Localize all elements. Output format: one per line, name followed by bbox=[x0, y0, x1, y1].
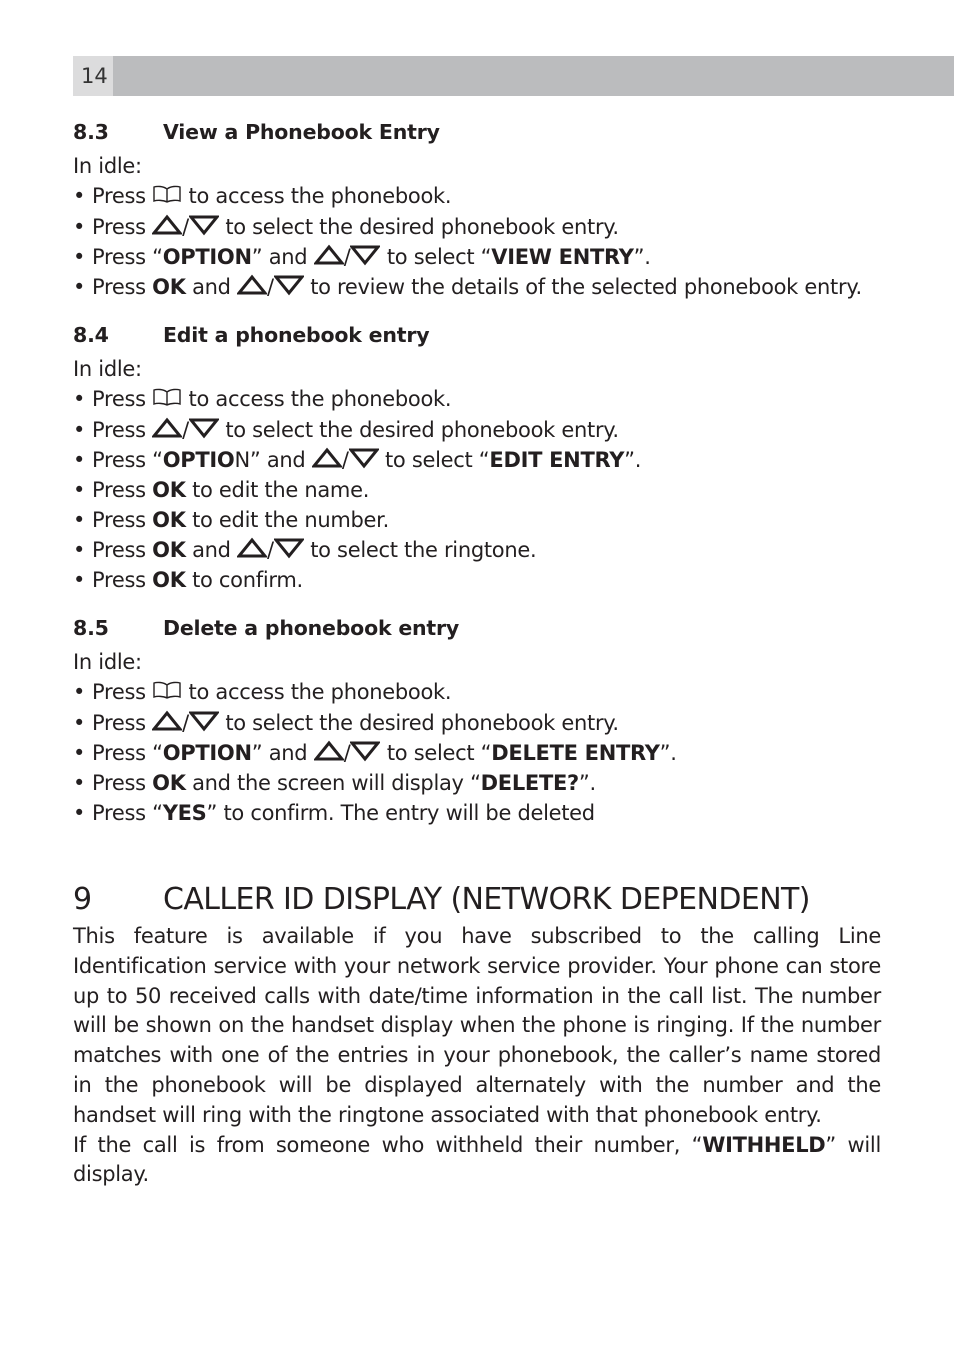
page-content: 8.3 View a Phonebook Entry In idle: Press… bbox=[73, 113, 881, 1190]
down-arrow-icon bbox=[350, 741, 381, 762]
list-item: Press “YES” to confirm. The entry will b… bbox=[73, 798, 881, 828]
up-down-arrows-icon: / bbox=[152, 710, 219, 735]
list-item: Press “OPTION” and / to select “DELETE E… bbox=[73, 738, 881, 768]
up-arrow-icon bbox=[237, 537, 268, 558]
list-item: Press / to select the desired phonebook … bbox=[73, 415, 881, 445]
section-heading: 8.5 Delete a phonebook entry bbox=[73, 609, 881, 647]
section-title: Delete a phonebook entry bbox=[163, 616, 460, 640]
chapter-title: CALLER ID DISPLAY (NETWORK DEPENDENT) bbox=[163, 882, 810, 917]
section-title: View a Phonebook Entry bbox=[163, 120, 440, 144]
list-item: Press OK and the screen will display “DE… bbox=[73, 768, 881, 798]
section-number: 8.5 bbox=[73, 616, 109, 640]
up-arrow-icon bbox=[313, 244, 344, 265]
up-down-arrows-icon: / bbox=[152, 214, 219, 239]
phonebook-icon bbox=[152, 182, 182, 212]
page-header-bar: 14 bbox=[73, 56, 954, 96]
step-list: Press to access the phonebook. Press / t… bbox=[73, 677, 881, 828]
chapter-paragraph: If the call is from someone who withheld… bbox=[73, 1132, 882, 1187]
slash: / bbox=[182, 418, 189, 442]
step-list: Press to access the phonebook. Press / t… bbox=[73, 181, 881, 302]
up-arrow-icon bbox=[237, 274, 268, 295]
list-item: Press OK to confirm. bbox=[73, 565, 881, 595]
step-list: Press to access the phonebook. Press / t… bbox=[73, 384, 881, 595]
phonebook-icon bbox=[152, 385, 182, 415]
list-item: Press / to select the desired phonebook … bbox=[73, 212, 881, 242]
slash: / bbox=[267, 538, 274, 562]
slash: / bbox=[341, 448, 349, 472]
list-item: Press “OPTION” and / to select “VIEW ENT… bbox=[73, 242, 881, 272]
list-item: Press / to select the desired phonebook … bbox=[73, 708, 881, 738]
down-arrow-icon bbox=[350, 245, 381, 266]
up-down-arrows-icon: / bbox=[237, 537, 304, 562]
list-item: Press to access the phonebook. bbox=[73, 384, 881, 415]
section-intro: In idle: bbox=[73, 650, 142, 674]
list-item: Press “OPTION” and / to select “EDIT ENT… bbox=[73, 445, 881, 475]
up-down-arrows-icon: / bbox=[311, 447, 379, 472]
list-item: Press OK to edit the number. bbox=[73, 505, 881, 535]
up-arrow-icon bbox=[313, 740, 344, 761]
chapter-heading: 9 CALLER ID DISPLAY (NETWORK DEPENDENT) bbox=[73, 878, 881, 922]
list-item: Press to access the phonebook. bbox=[73, 181, 881, 212]
chapter-paragraph: This feature is available if you have su… bbox=[73, 924, 881, 1127]
slash: / bbox=[343, 741, 351, 765]
slash: / bbox=[182, 215, 189, 239]
up-arrow-icon bbox=[152, 417, 183, 438]
down-arrow-icon bbox=[188, 711, 219, 732]
section-number: 8.4 bbox=[73, 323, 109, 347]
up-arrow-icon bbox=[152, 710, 183, 731]
down-arrow-icon bbox=[188, 215, 219, 236]
down-arrow-icon bbox=[348, 448, 379, 469]
down-arrow-icon bbox=[273, 538, 304, 559]
section-heading: 8.4 Edit a phonebook entry bbox=[73, 316, 881, 354]
section-heading: 8.3 View a Phonebook Entry bbox=[73, 113, 881, 151]
up-arrow-icon bbox=[152, 214, 183, 235]
page-number: 14 bbox=[73, 56, 113, 96]
section-title: Edit a phonebook entry bbox=[163, 323, 430, 347]
section-number: 8.3 bbox=[73, 120, 109, 144]
phonebook-icon bbox=[152, 678, 182, 708]
up-arrow-icon bbox=[311, 447, 342, 468]
list-item: Press to access the phonebook. bbox=[73, 677, 881, 708]
slash: / bbox=[182, 711, 189, 735]
section-intro: In idle: bbox=[73, 357, 142, 381]
slash: / bbox=[267, 275, 274, 299]
section-intro: In idle: bbox=[73, 154, 142, 178]
up-down-arrows-icon: / bbox=[313, 740, 381, 765]
list-item: Press OK and / to review the details of … bbox=[73, 272, 881, 302]
down-arrow-icon bbox=[273, 275, 304, 296]
list-item: Press OK and / to select the ringtone. bbox=[73, 535, 881, 565]
up-down-arrows-icon: / bbox=[152, 417, 219, 442]
up-down-arrows-icon: / bbox=[313, 244, 381, 269]
down-arrow-icon bbox=[188, 418, 219, 439]
slash: / bbox=[343, 245, 351, 269]
list-item: Press OK to edit the name. bbox=[73, 475, 881, 505]
chapter-number: 9 bbox=[73, 882, 92, 917]
up-down-arrows-icon: / bbox=[237, 274, 304, 299]
